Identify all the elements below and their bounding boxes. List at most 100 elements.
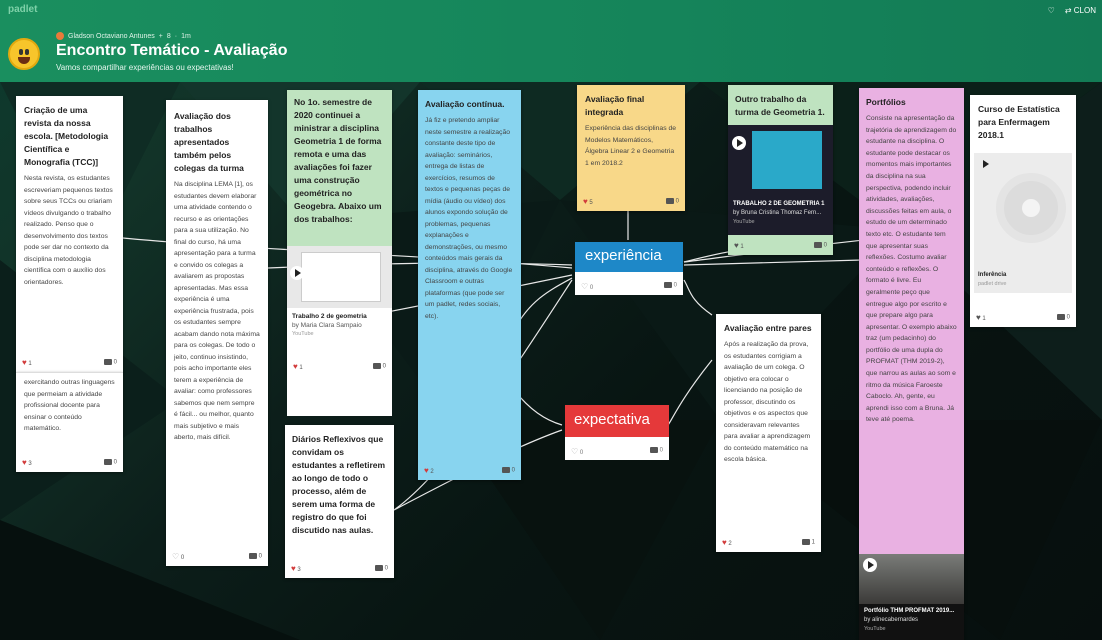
video-author: by Bruna Cristina Thomaz Fern... <box>733 210 822 216</box>
post-footer: ♥ 5 0 <box>583 196 679 206</box>
heart-icon: ♥ <box>734 240 739 250</box>
comment-button[interactable]: 0 <box>103 458 117 465</box>
post-body: Já fiz e pretendo ampliar neste semestre… <box>425 117 513 320</box>
heart-icon: ♡ <box>571 447 579 456</box>
comment-button[interactable]: 1 <box>801 538 815 545</box>
attachment-title: Inferência <box>978 272 1007 278</box>
post-title: Portfólios <box>866 97 906 107</box>
comment-button[interactable]: 0 <box>248 552 262 559</box>
play-icon[interactable] <box>732 136 746 150</box>
like-button[interactable]: ♥ 1 <box>22 358 32 367</box>
comment-icon <box>501 466 510 473</box>
like-button[interactable]: ♥ 2 <box>722 538 732 547</box>
post-footer: ♥ 1 0 <box>734 240 827 250</box>
play-icon[interactable] <box>863 558 877 572</box>
post-footer: ♡ 0 0 <box>172 551 262 561</box>
comment-button[interactable]: 0 <box>663 282 677 291</box>
post-footer: ♥ 3 0 <box>22 457 117 467</box>
section-label-expectativa[interactable]: expectativa ♡ 0 0 <box>565 405 669 460</box>
audio-attachment[interactable]: Inferência padlet drive <box>974 153 1072 293</box>
post-footer: ♥ 1 0 <box>22 357 117 367</box>
like-button[interactable]: ♥ 1 <box>976 313 986 322</box>
like-button[interactable]: ♡ 0 <box>172 552 184 561</box>
video-title: TRABALHO 2 DE GEOMETRIA 1 <box>733 201 825 207</box>
like-button[interactable]: ♥ 1 <box>293 362 303 371</box>
heart-icon[interactable]: ♡ <box>1048 6 1055 15</box>
heart-icon: ♡ <box>581 282 589 291</box>
heart-icon: ♥ <box>22 357 27 367</box>
post-card-portfolios[interactable]: Portfólios Consiste na apresentação da t… <box>859 88 964 640</box>
play-icon[interactable] <box>978 157 992 171</box>
like-button[interactable]: ♥ 5 <box>583 197 593 206</box>
video-title: Trabalho 2 de geometria <box>292 313 367 320</box>
disc-icon <box>996 173 1066 243</box>
video-source: YouTube <box>864 626 886 632</box>
comment-button[interactable]: 0 <box>501 466 515 473</box>
video-attachment[interactable]: Trabalho 2 de geometria by Maria Clara S… <box>287 246 392 416</box>
heart-icon: ♥ <box>424 465 429 475</box>
remake-button[interactable]: ⇄ CLON <box>1065 6 1096 15</box>
heart-icon: ♥ <box>291 563 296 573</box>
post-footer: ♥ 3 0 <box>291 563 388 573</box>
comment-icon <box>1056 313 1065 320</box>
heart-icon: ♥ <box>583 196 588 206</box>
post-footer: ♡ 0 0 <box>581 282 677 291</box>
like-button[interactable]: ♥ 3 <box>291 564 301 573</box>
post-card-estatistica[interactable]: Curso de Estatística para Enfermagem 201… <box>970 95 1076 327</box>
post-card-pares[interactable]: Avaliação entre pares Após a realização … <box>716 314 821 552</box>
play-icon[interactable] <box>290 266 304 280</box>
post-title: Criação de uma revista da nossa escola. … <box>24 105 109 167</box>
video-author: by alinecabernardes <box>864 617 919 623</box>
section-label-experiencia[interactable]: experiência ♡ 0 0 <box>575 242 683 295</box>
like-button[interactable]: ♡ 0 <box>571 447 583 456</box>
post-card-trabalhos[interactable]: Avaliação dos trabalhos apresentados tam… <box>166 100 268 566</box>
post-card-continua[interactable]: Avaliação contínua. Já fiz e pretendo am… <box>418 90 521 480</box>
post-card-final[interactable]: Avaliação final integrada Experiência da… <box>577 85 685 211</box>
post-title: Curso de Estatística para Enfermagem 201… <box>978 104 1060 140</box>
post-body: Nesta revista, os estudantes escreveriam… <box>24 175 113 286</box>
padlet-avatar <box>8 38 40 70</box>
author-avatar <box>56 32 64 40</box>
post-title: Outro trabalho da turma de Geometria 1. <box>735 94 825 117</box>
like-button[interactable]: ♥ 2 <box>424 466 434 475</box>
post-card-outras[interactable]: exercitando outras linguagens que permei… <box>16 372 123 472</box>
comment-button[interactable]: 0 <box>103 358 117 365</box>
comment-icon <box>103 358 112 365</box>
comment-button[interactable]: 0 <box>649 447 663 456</box>
heart-icon: ♡ <box>172 551 180 561</box>
heart-icon: ♥ <box>293 361 298 371</box>
video-attachment[interactable]: TRABALHO 2 DE GEOMETRIA 1 by Bruna Crist… <box>728 125 833 235</box>
section-title: experiência <box>575 242 683 272</box>
video-attachment[interactable]: Portfólio THM PROFMAT 2019... by alineca… <box>859 554 964 640</box>
top-actions: ♡ ⇄ CLON <box>1048 6 1096 15</box>
comment-icon <box>372 362 381 369</box>
heart-icon: ♥ <box>22 457 27 467</box>
comment-icon <box>663 282 672 288</box>
page-title: Encontro Temático - Avaliação <box>56 42 288 59</box>
post-footer: ♥ 2 0 <box>424 465 515 475</box>
post-body: Após a realização da prova, os estudante… <box>724 341 811 463</box>
like-button[interactable]: ♡ 0 <box>581 282 593 291</box>
post-card-outro[interactable]: Outro trabalho da turma de Geometria 1. … <box>728 85 833 255</box>
post-card-revista[interactable]: Criação de uma revista da nossa escola. … <box>16 96 123 372</box>
video-source: YouTube <box>733 219 755 225</box>
comment-icon <box>665 197 674 204</box>
comment-button[interactable]: 0 <box>813 241 827 248</box>
comment-button[interactable]: 0 <box>374 564 388 571</box>
attachment-source: padlet drive <box>978 281 1007 287</box>
comment-button[interactable]: 0 <box>1056 313 1070 320</box>
heart-icon: ♥ <box>976 312 981 322</box>
post-title: Avaliação contínua. <box>425 99 505 109</box>
padlet-logo: padlet <box>8 4 38 15</box>
post-card-diarios[interactable]: Diários Reflexivos que convidam os estud… <box>285 425 394 578</box>
post-title: Avaliação final integrada <box>585 94 645 117</box>
video-author: by Maria Clara Sampaio <box>292 322 362 329</box>
post-footer: ♡ 0 0 <box>571 447 663 456</box>
like-button[interactable]: ♥ 3 <box>22 458 32 467</box>
like-button[interactable]: ♥ 1 <box>734 241 744 250</box>
comment-icon <box>649 447 658 453</box>
comment-button[interactable]: 0 <box>372 362 386 369</box>
post-body: Experiência das disciplinas de Modelos M… <box>585 125 677 167</box>
post-card-semestre[interactable]: No 1o. semestre de 2020 continuei a mini… <box>287 90 392 416</box>
comment-button[interactable]: 0 <box>665 197 679 204</box>
